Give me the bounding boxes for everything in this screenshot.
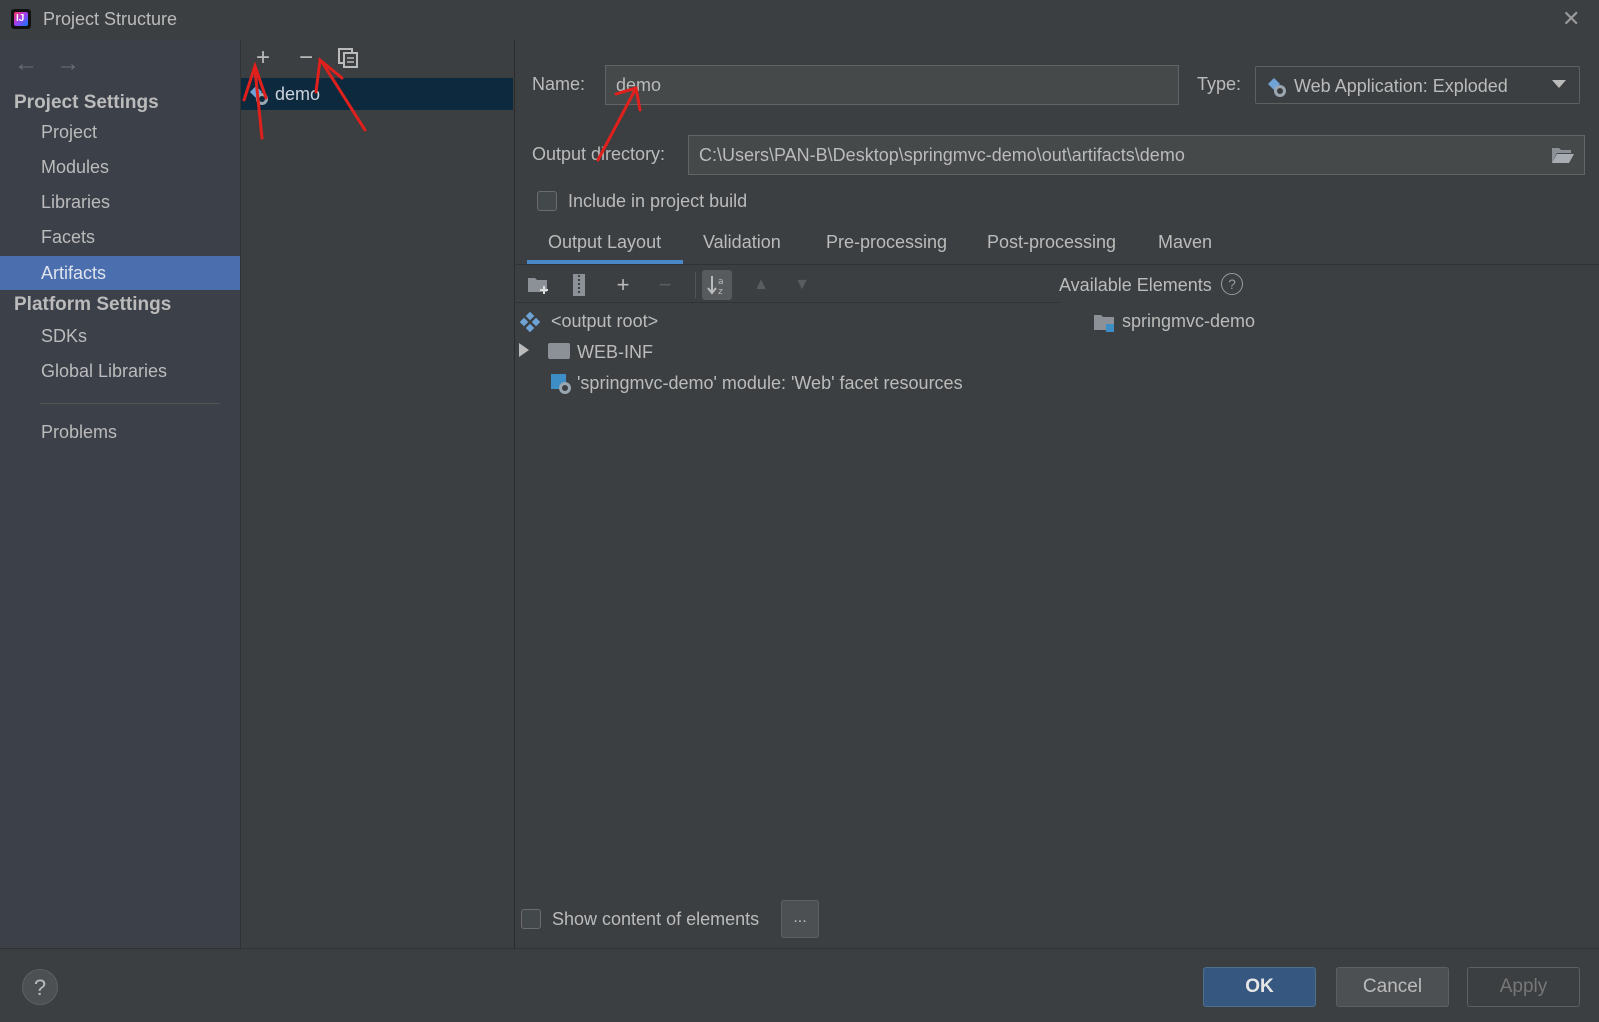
remove-element-icon[interactable]: − xyxy=(650,270,680,300)
tree-item-facet-resources[interactable]: 'springmvc-demo' module: 'Web' facet res… xyxy=(577,373,963,394)
remove-icon[interactable]: − xyxy=(292,44,320,72)
close-icon[interactable]: ✕ xyxy=(1562,6,1580,32)
available-elements-header: Available Elements xyxy=(1059,275,1212,295)
copy-icon[interactable] xyxy=(337,47,359,69)
tab-maven[interactable]: Maven xyxy=(1158,232,1212,264)
add-copy-of-icon[interactable]: + xyxy=(608,270,638,300)
expand-arrow-icon[interactable] xyxy=(519,343,529,357)
module-folder-icon xyxy=(1093,312,1117,334)
tree-item-web-inf[interactable]: WEB-INF xyxy=(577,342,653,363)
chevron-down-icon xyxy=(1552,80,1566,88)
sort-elements-icon[interactable]: az xyxy=(702,270,732,300)
intellij-icon xyxy=(11,9,31,29)
name-label: Name: xyxy=(532,74,586,94)
show-content-options-button[interactable]: ... xyxy=(781,900,819,938)
window-title: Project Structure xyxy=(43,9,178,29)
include-in-build-label: Include in project build xyxy=(568,191,748,211)
svg-text:a: a xyxy=(718,277,724,287)
sidebar-item-sdks[interactable]: SDKs xyxy=(0,319,240,353)
show-content-checkbox[interactable] xyxy=(521,909,541,929)
sidebar-item-facets[interactable]: Facets xyxy=(0,220,240,254)
folder-open-icon[interactable] xyxy=(1551,145,1575,165)
tab-validation[interactable]: Validation xyxy=(703,232,781,264)
layout-divider xyxy=(514,302,1059,303)
output-directory-label: Output directory: xyxy=(532,144,666,164)
add-icon[interactable]: + xyxy=(249,44,277,72)
tab-pre-processing[interactable]: Pre-processing xyxy=(826,232,947,264)
include-in-build-checkbox[interactable] xyxy=(537,191,557,211)
type-value: Web Application: Exploded xyxy=(1294,76,1508,96)
folder-icon xyxy=(548,343,570,359)
artifact-label: demo xyxy=(275,84,321,104)
help-icon[interactable]: ? xyxy=(1221,273,1243,295)
toolbar-separator xyxy=(695,272,696,298)
move-up-icon[interactable]: ▲ xyxy=(746,270,776,300)
create-archive-icon[interactable] xyxy=(564,270,594,300)
sidebar-divider xyxy=(40,403,220,404)
new-directory-icon[interactable] xyxy=(524,270,554,300)
name-field[interactable]: demo xyxy=(605,65,1179,105)
output-root-icon xyxy=(519,311,541,333)
tree-item-output-root[interactable]: <output root> xyxy=(551,311,658,332)
project-settings-header: Project Settings xyxy=(14,92,159,113)
ok-button[interactable]: OK xyxy=(1203,967,1316,1007)
sidebar-item-libraries[interactable]: Libraries xyxy=(0,185,240,219)
sidebar-item-artifacts[interactable]: Artifacts xyxy=(0,256,240,290)
help-button[interactable]: ? xyxy=(22,969,58,1005)
sidebar-item-project[interactable]: Project xyxy=(0,115,240,149)
sidebar-item-global-libraries[interactable]: Global Libraries xyxy=(0,354,240,388)
svg-text:z: z xyxy=(718,287,723,296)
forward-arrow-icon[interactable]: → xyxy=(56,50,80,78)
tabs-divider xyxy=(514,264,1599,265)
back-arrow-icon[interactable]: ← xyxy=(14,50,38,78)
output-directory-field[interactable]: C:\Users\PAN-B\Desktop\springmvc-demo\ou… xyxy=(688,135,1585,175)
available-item-springmvc-demo[interactable]: springmvc-demo xyxy=(1122,311,1255,332)
move-down-icon[interactable]: ▼ xyxy=(787,270,817,300)
sidebar-item-modules[interactable]: Modules xyxy=(0,150,240,184)
show-content-label: Show content of elements xyxy=(552,909,760,929)
sidebar-item-problems[interactable]: Problems xyxy=(0,415,240,449)
apply-button[interactable]: Apply xyxy=(1467,967,1580,1007)
type-label: Type: xyxy=(1197,74,1242,94)
web-facet-icon xyxy=(550,373,572,395)
tab-post-processing[interactable]: Post-processing xyxy=(987,232,1116,264)
artifacts-list-panel xyxy=(240,40,515,948)
web-artifact-icon xyxy=(1266,76,1288,98)
web-artifact-icon xyxy=(248,84,270,106)
cancel-button[interactable]: Cancel xyxy=(1336,967,1449,1007)
platform-settings-header: Platform Settings xyxy=(14,294,172,315)
title-bar xyxy=(0,0,1599,40)
